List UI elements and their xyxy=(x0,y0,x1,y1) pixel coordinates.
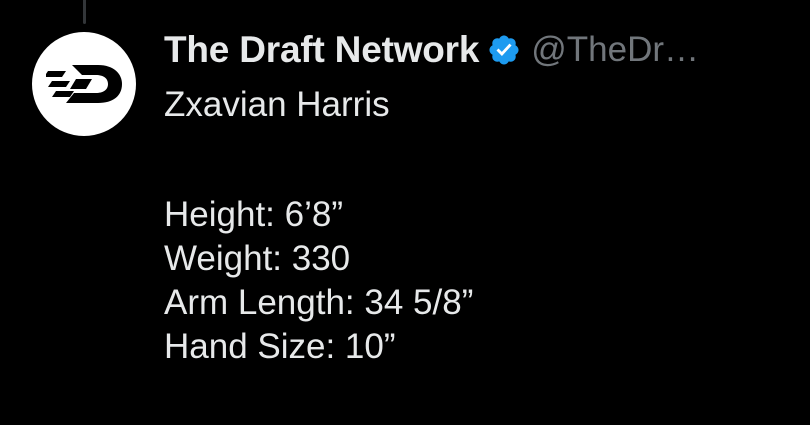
tweet-header: The Draft Network @TheDr… xyxy=(164,25,804,75)
author-handle[interactable]: @TheDr… xyxy=(531,30,699,70)
tdn-logo-icon xyxy=(46,65,122,103)
thread-connector-line xyxy=(83,0,86,24)
tweet-text: Zxavian Harris Height: 6’8” Weight: 330 … xyxy=(164,83,473,369)
player-name: Zxavian Harris xyxy=(164,85,390,124)
verified-badge-icon[interactable] xyxy=(487,33,521,67)
weight-stat: Weight: 330 xyxy=(164,239,351,278)
arm-length-stat: Arm Length: 34 5/8” xyxy=(164,283,474,322)
avatar[interactable] xyxy=(32,32,136,136)
hand-size-stat: Hand Size: 10” xyxy=(164,327,396,366)
author-display-name[interactable]: The Draft Network xyxy=(164,29,479,71)
height-stat: Height: 6’8” xyxy=(164,195,343,234)
